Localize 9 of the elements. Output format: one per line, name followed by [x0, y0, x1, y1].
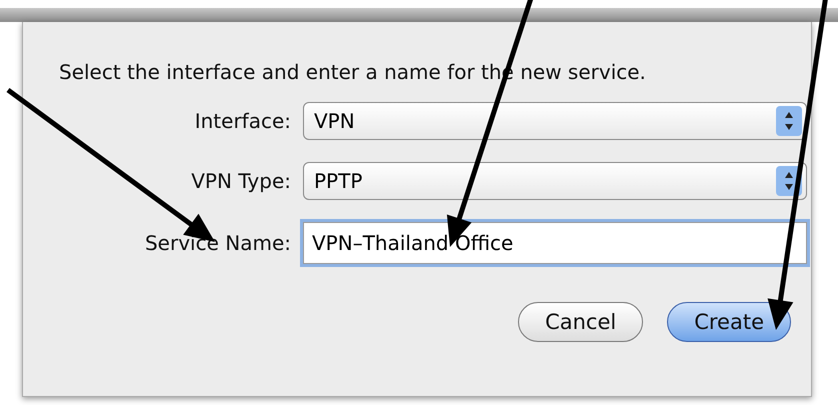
- service-name-field[interactable]: VPN–Thailand Office: [303, 222, 807, 264]
- field-label: VPN Type:: [190, 169, 291, 193]
- cancel-button[interactable]: Cancel: [518, 302, 644, 342]
- create-button[interactable]: Create: [667, 302, 791, 342]
- field-label: Service Name:: [144, 231, 291, 255]
- stepper-icon: [776, 106, 802, 136]
- popup-menu[interactable]: PPTP: [303, 162, 807, 200]
- field-label: Interface:: [194, 109, 291, 133]
- popup-menu[interactable]: VPN: [303, 102, 807, 140]
